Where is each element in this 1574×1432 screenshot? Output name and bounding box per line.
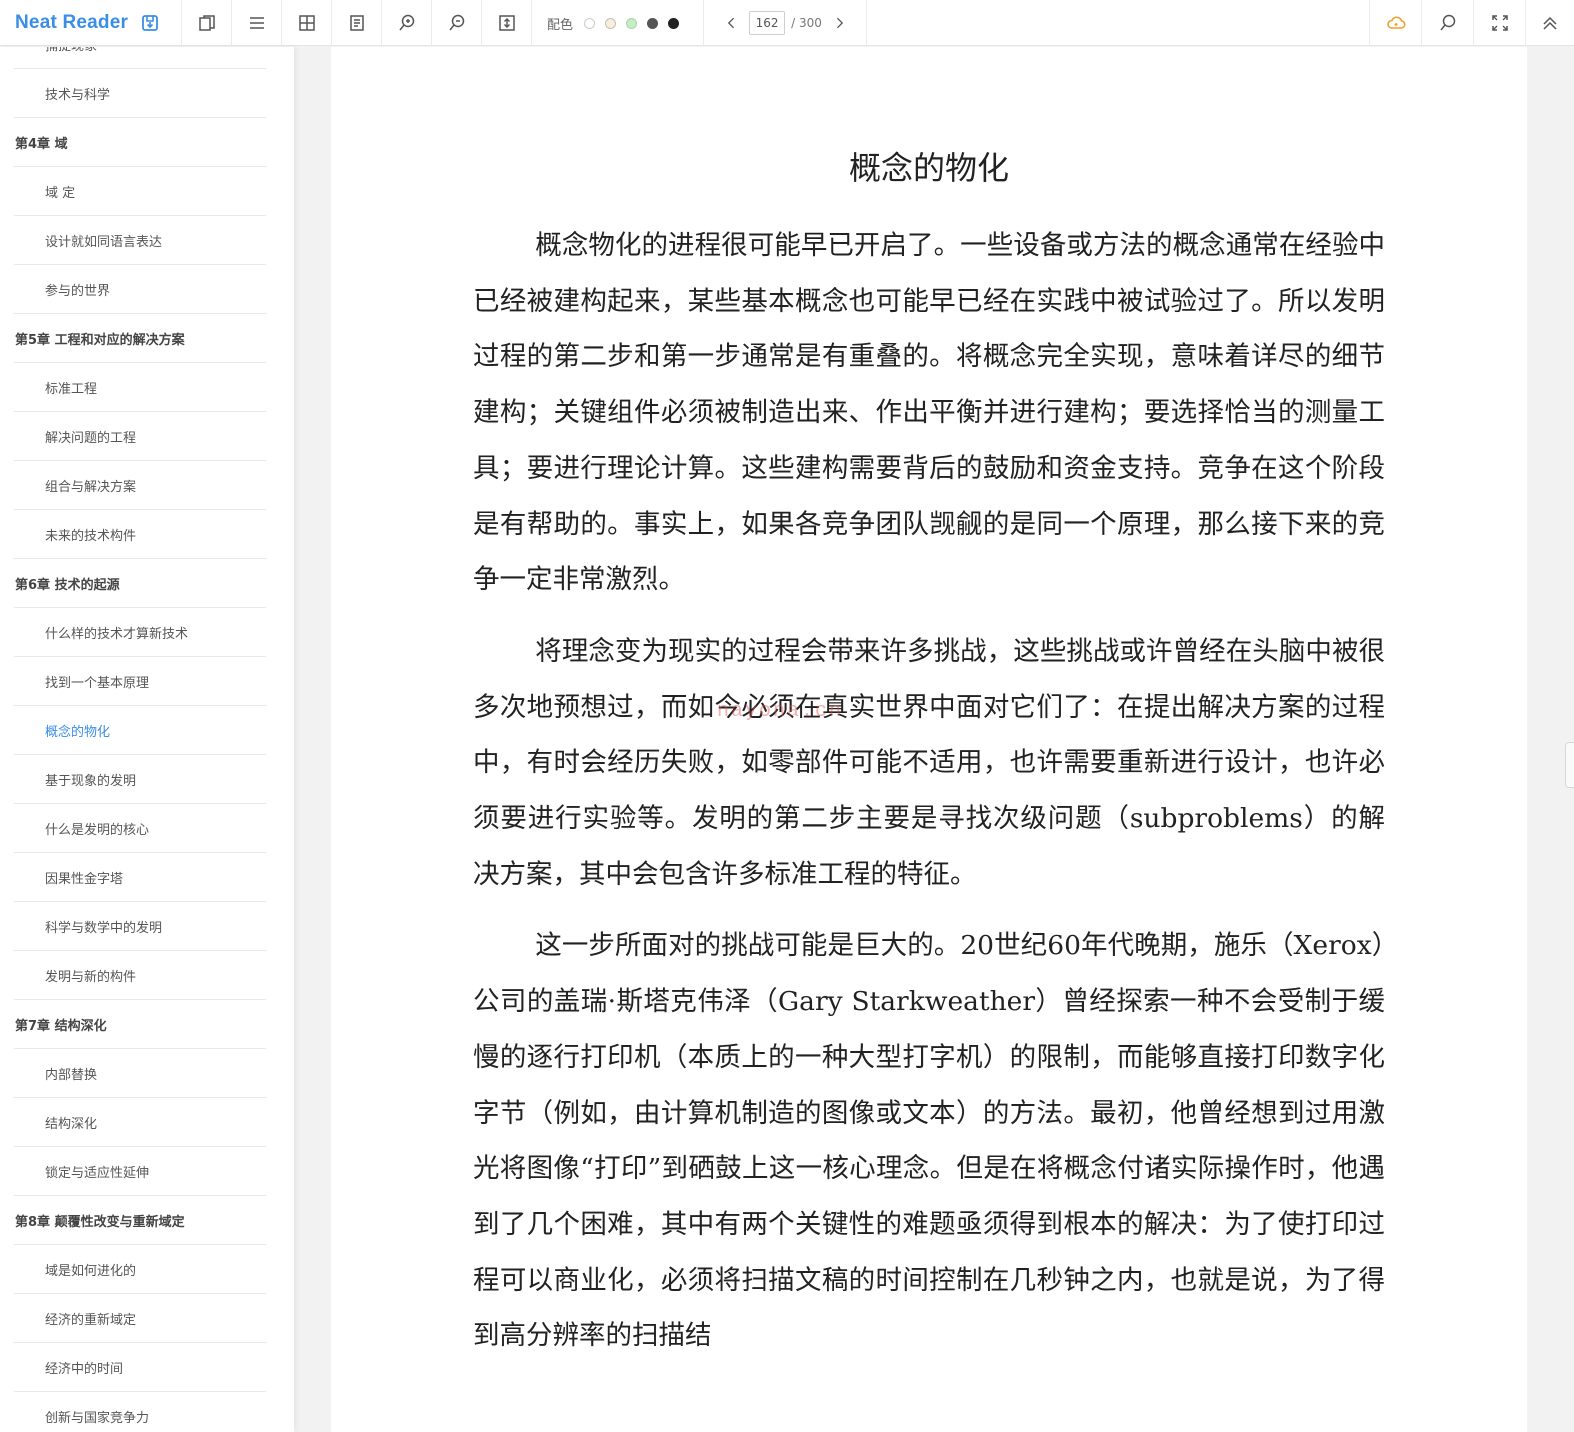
toc-item[interactable]: 组合与解决方案: [14, 461, 266, 510]
toc-chapter[interactable]: 第7章 结构深化: [14, 1000, 266, 1049]
toc-item[interactable]: 技术与科学: [14, 69, 266, 118]
brand: Neat Reader: [0, 0, 182, 46]
toc-item[interactable]: 域是如何进化的: [14, 1245, 266, 1294]
chapter-section-title: 概念的物化: [848, 149, 1009, 187]
toc-item[interactable]: 经济中的时间: [14, 1343, 266, 1392]
next-page-button[interactable]: [828, 12, 850, 34]
prev-page-button[interactable]: [721, 12, 743, 34]
save-icon[interactable]: [140, 13, 160, 33]
fullscreen-button[interactable]: [1474, 0, 1526, 46]
color-scheme-label: 配色: [547, 17, 574, 33]
swatch-black[interactable]: [668, 17, 680, 29]
page-body: 概念物化的进程很可能早已开启了。一些设备或方法的概念通常在经验中已经被建构起来，…: [473, 218, 1385, 1380]
grid-icon: [298, 15, 315, 31]
toc-item[interactable]: 什么样的技术才算新技术: [14, 608, 266, 657]
watermark: nayona.cn: [717, 700, 844, 723]
toc-item[interactable]: 创新与国家竞争力: [14, 1392, 266, 1432]
swatch-green[interactable]: [626, 17, 638, 29]
chevron-left-icon: [728, 17, 735, 29]
zoom-out-button[interactable]: [432, 0, 482, 46]
document-icon: [349, 15, 364, 31]
toc-item[interactable]: 内部替换: [14, 1049, 266, 1098]
swatch-gray[interactable]: [647, 17, 659, 29]
toc-item[interactable]: 概念的物化: [14, 706, 266, 755]
toc-chapter[interactable]: 第4章 域: [14, 118, 266, 167]
toc-item[interactable]: 科学与数学中的发明: [14, 902, 266, 951]
page-number-input[interactable]: [749, 11, 786, 35]
side-panel-handle[interactable]: [1565, 742, 1574, 788]
toc-chapter[interactable]: 第8章 颠覆性改变与重新域定: [14, 1196, 266, 1245]
fit-page-button[interactable]: [482, 0, 532, 46]
toc-item[interactable]: 发明与新的构件: [14, 951, 266, 1000]
menu-icon: [249, 17, 264, 29]
fullscreen-icon: [1491, 15, 1508, 31]
toc-item[interactable]: 参与的世界: [14, 265, 266, 314]
cloud-sync-button[interactable]: [1369, 0, 1422, 46]
chevron-right-icon: [836, 17, 843, 29]
copy-icon: [198, 15, 215, 31]
toolbar: Neat Reader 配色 / 300: [0, 0, 1574, 46]
toc-item[interactable]: 找到一个基本原理: [14, 657, 266, 706]
toc-item[interactable]: 经济的重新域定: [14, 1294, 266, 1343]
library-button[interactable]: [182, 0, 232, 46]
toc-chapter[interactable]: 第5章 工程和对应的解决方案: [14, 314, 266, 363]
swatch-white[interactable]: [584, 17, 596, 29]
paragraph: 概念物化的进程很可能早已开启了。一些设备或方法的概念通常在经验中已经被建构起来，…: [473, 230, 1385, 596]
collapse-toolbar-button[interactable]: [1526, 0, 1574, 46]
toc-item[interactable]: 结构深化: [14, 1098, 266, 1147]
page-total: / 300: [791, 16, 822, 30]
notes-button[interactable]: [332, 0, 382, 46]
cloud-icon: [1386, 16, 1406, 29]
reading-page: 概念的物化 概念物化的进程很可能早已开启了。一些设备或方法的概念通常在经验中已经…: [331, 47, 1527, 1432]
toc-item[interactable]: 基于现象的发明: [14, 755, 266, 804]
toc-item[interactable]: 什么是发明的核心: [14, 804, 266, 853]
toc-item[interactable]: 标准工程: [14, 363, 266, 412]
search-button[interactable]: [1422, 0, 1474, 46]
toc-list: 捕捉现象技术与科学第4章 域域 定设计就如同语言表达参与的世界第5章 工程和对应…: [14, 47, 266, 1432]
pager: / 300: [705, 0, 867, 46]
toc-item[interactable]: 捕捉现象: [14, 47, 266, 69]
toc-sidebar: 捕捉现象技术与科学第4章 域域 定设计就如同语言表达参与的世界第5章 工程和对应…: [0, 47, 294, 1432]
zoom-in-icon: [398, 14, 414, 31]
app-name: Neat Reader: [15, 12, 129, 33]
toc-item[interactable]: 域 定: [14, 167, 266, 216]
layout-button[interactable]: [282, 0, 332, 46]
search-icon: [1439, 14, 1455, 31]
double-chevron-up-icon: [1543, 16, 1557, 30]
toc-item[interactable]: 未来的技术构件: [14, 510, 266, 559]
zoom-in-button[interactable]: [382, 0, 432, 46]
fit-height-icon: [498, 15, 515, 31]
toc-chapter[interactable]: 第6章 技术的起源: [14, 559, 266, 608]
color-scheme-picker: 配色: [531, 0, 704, 46]
toc-button[interactable]: [232, 0, 282, 46]
toc-item[interactable]: 设计就如同语言表达: [14, 216, 266, 265]
paragraph: 将理念变为现实的过程会带来许多挑战，这些挑战或许曾经在头脑中被很多次地预想过，而…: [473, 635, 1385, 890]
toc-item[interactable]: 解决问题的工程: [14, 412, 266, 461]
swatch-beige[interactable]: [605, 17, 617, 29]
toc-item[interactable]: 锁定与适应性延伸: [14, 1147, 266, 1196]
toc-item[interactable]: 因果性金字塔: [14, 853, 266, 902]
paragraph: 这一步所面对的挑战可能是巨大的。20世纪60年代晚期，施乐（Xerox）公司的盖…: [473, 930, 1385, 1352]
zoom-out-icon: [448, 14, 464, 31]
